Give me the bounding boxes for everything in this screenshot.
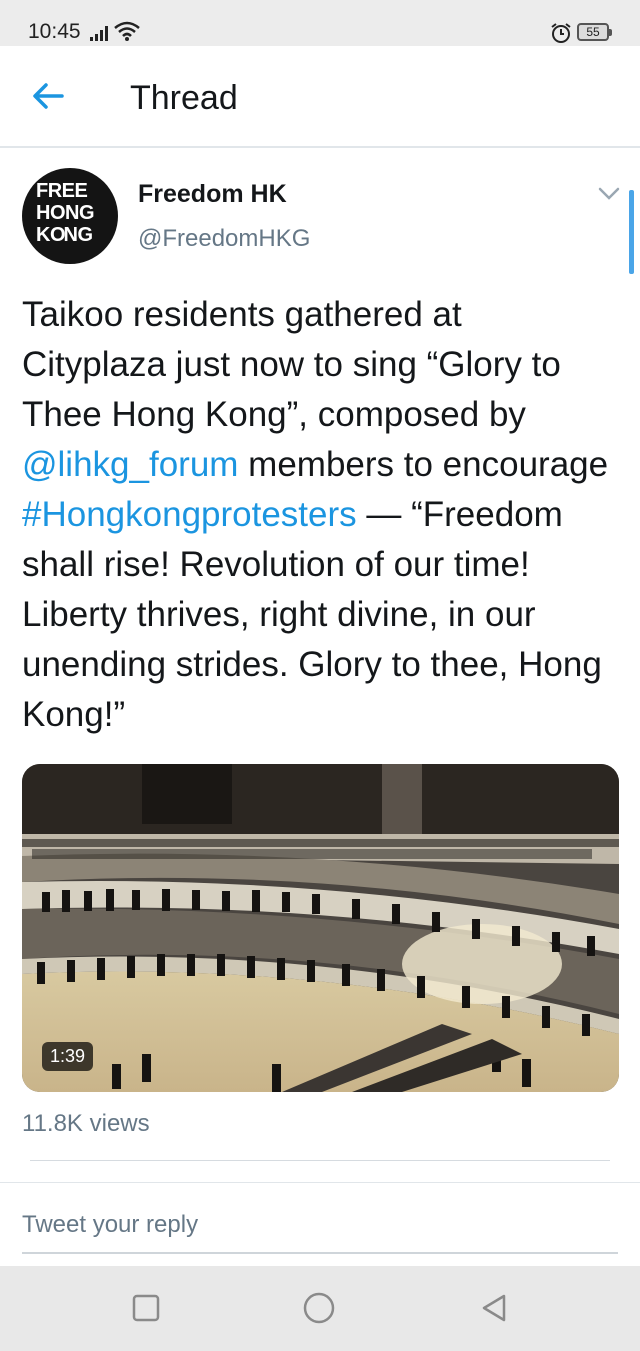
- hashtag-link[interactable]: #Hongkongprotesters: [22, 495, 357, 534]
- wifi-icon: [114, 21, 140, 41]
- back-icon[interactable]: [478, 1292, 510, 1324]
- author-handle[interactable]: @FreedomHKG: [138, 225, 310, 253]
- mention-link[interactable]: @lihkg_forum: [22, 445, 238, 484]
- home-icon[interactable]: [303, 1292, 335, 1324]
- divider: [0, 1182, 640, 1183]
- battery-icon: 55: [577, 23, 612, 41]
- chevron-down-icon[interactable]: [597, 184, 621, 202]
- recent-apps-icon[interactable]: [130, 1292, 162, 1324]
- mall-scene-image: [22, 764, 619, 1092]
- video-thumbnail[interactable]: 1:39: [22, 764, 619, 1092]
- tweet-text: Taikoo residents gathered at Cityplaza j…: [22, 290, 612, 740]
- status-time: 10:45: [28, 20, 81, 43]
- tweet-text-part: Taikoo residents gathered at Cityplaza j…: [22, 295, 561, 434]
- system-nav-bar: [0, 1266, 640, 1351]
- reply-input[interactable]: [22, 1198, 618, 1254]
- alarm-icon: [551, 23, 571, 43]
- avatar-logo-text: FREE HONG KONG: [36, 180, 95, 246]
- avatar[interactable]: FREE HONG KONG: [22, 168, 118, 264]
- tweet-text-part: members to encourage: [238, 445, 609, 484]
- signal-icon: [90, 26, 108, 41]
- status-bar: 10:45 55: [0, 0, 640, 46]
- video-duration: 1:39: [42, 1042, 94, 1071]
- back-arrow-icon[interactable]: [28, 78, 68, 114]
- page-title: Thread: [130, 79, 238, 117]
- scrollbar[interactable]: [629, 190, 634, 274]
- view-count: 11.8K views: [22, 1110, 150, 1137]
- divider: [30, 1160, 610, 1161]
- app-header: Thread: [0, 46, 640, 148]
- author-name[interactable]: Freedom HK: [138, 180, 287, 209]
